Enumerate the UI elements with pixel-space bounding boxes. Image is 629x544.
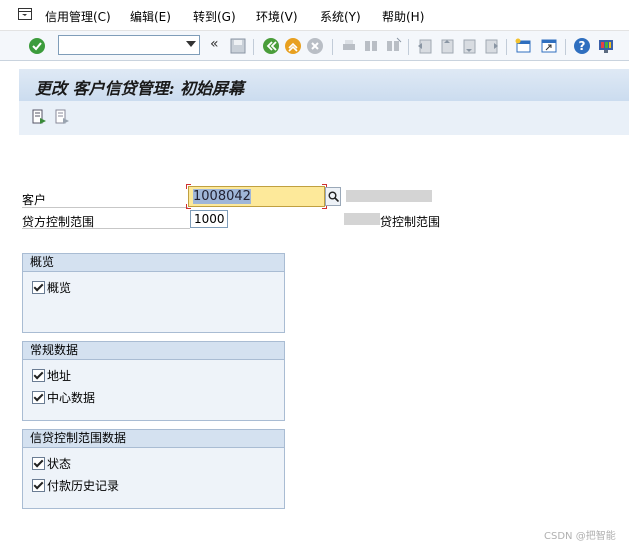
group-general-data: 常规数据 地址 中心数据 (22, 341, 285, 421)
checkbox-central-data[interactable]: 中心数据 (32, 389, 95, 405)
checkbox-icon[interactable] (32, 479, 45, 492)
credit-area-field[interactable]: 1000 (190, 210, 228, 228)
chevron-down-icon[interactable] (186, 41, 196, 47)
group-overview-title: 概览 (23, 254, 284, 272)
application-toolbar (19, 101, 629, 136)
credit-area-description: 贷控制范围 (380, 215, 441, 229)
menu-bar: 信用管理(C) 编辑(E) 转到(G) 环境(V) 系统(Y) 帮助(H) (0, 0, 629, 31)
customer-name-redacted (346, 190, 432, 202)
enter-icon[interactable] (28, 37, 46, 55)
previous-page-icon[interactable] (438, 37, 456, 55)
checkbox-icon[interactable] (32, 391, 45, 404)
last-page-icon[interactable] (482, 37, 500, 55)
find-icon[interactable] (362, 37, 380, 55)
checkbox-icon[interactable] (32, 457, 45, 470)
watermark: CSDN @把智能 (544, 531, 616, 542)
help-icon[interactable]: ? (573, 37, 591, 55)
print-icon[interactable] (340, 37, 358, 55)
checkbox-overview[interactable]: 概览 (32, 279, 71, 295)
checkbox-icon[interactable] (32, 281, 45, 294)
customer-value: 1008042 (193, 189, 251, 204)
other-object-icon[interactable] (31, 109, 47, 125)
group-overview: 概览 概览 (22, 253, 285, 333)
search-icon (328, 191, 339, 202)
cancel-icon[interactable] (306, 37, 324, 55)
customer-field[interactable]: 1008042 (188, 186, 325, 207)
menu-icon[interactable] (18, 8, 32, 20)
checkbox-payment-history[interactable]: 付款历史记录 (32, 477, 119, 493)
save-icon[interactable] (229, 37, 247, 55)
credit-area-desc-redacted (344, 213, 380, 225)
first-page-icon[interactable] (416, 37, 434, 55)
exit-icon[interactable] (284, 37, 302, 55)
menu-environment[interactable]: 环境(V) (256, 8, 298, 25)
search-help-button[interactable] (325, 187, 341, 206)
command-field[interactable] (58, 35, 200, 55)
checkbox-icon[interactable] (32, 369, 45, 382)
menu-edit[interactable]: 编辑(E) (130, 8, 171, 25)
menu-help[interactable]: 帮助(H) (382, 8, 424, 25)
generate-shortcut-icon[interactable] (540, 37, 558, 55)
title-bar: 更改 客户信贷管理: 初始屏幕 (19, 69, 629, 102)
find-next-icon[interactable] (384, 37, 402, 55)
display-object-icon[interactable] (54, 109, 70, 125)
menu-goto[interactable]: 转到(G) (193, 8, 236, 25)
menu-system[interactable]: 系统(Y) (320, 8, 361, 25)
collapse-command-icon[interactable]: « (210, 36, 219, 52)
credit-area-value: 1000 (194, 212, 225, 226)
checkbox-address[interactable]: 地址 (32, 367, 71, 383)
group-credit-area-data: 信贷控制范围数据 状态 付款历史记录 (22, 429, 285, 509)
create-session-icon[interactable] (514, 37, 532, 55)
group-general-data-title: 常规数据 (23, 342, 284, 360)
next-page-icon[interactable] (460, 37, 478, 55)
customer-label: 客户 (22, 193, 47, 207)
command-input[interactable] (59, 36, 185, 54)
checkbox-status[interactable]: 状态 (32, 455, 71, 471)
page-title: 更改 客户信贷管理: 初始屏幕 (35, 79, 245, 98)
customize-layout-icon[interactable] (597, 37, 615, 55)
svg-text:?: ? (579, 39, 586, 53)
back-icon[interactable] (262, 37, 280, 55)
menu-credit-management[interactable]: 信用管理(C) (45, 8, 111, 25)
group-credit-area-data-title: 信贷控制范围数据 (23, 430, 284, 448)
